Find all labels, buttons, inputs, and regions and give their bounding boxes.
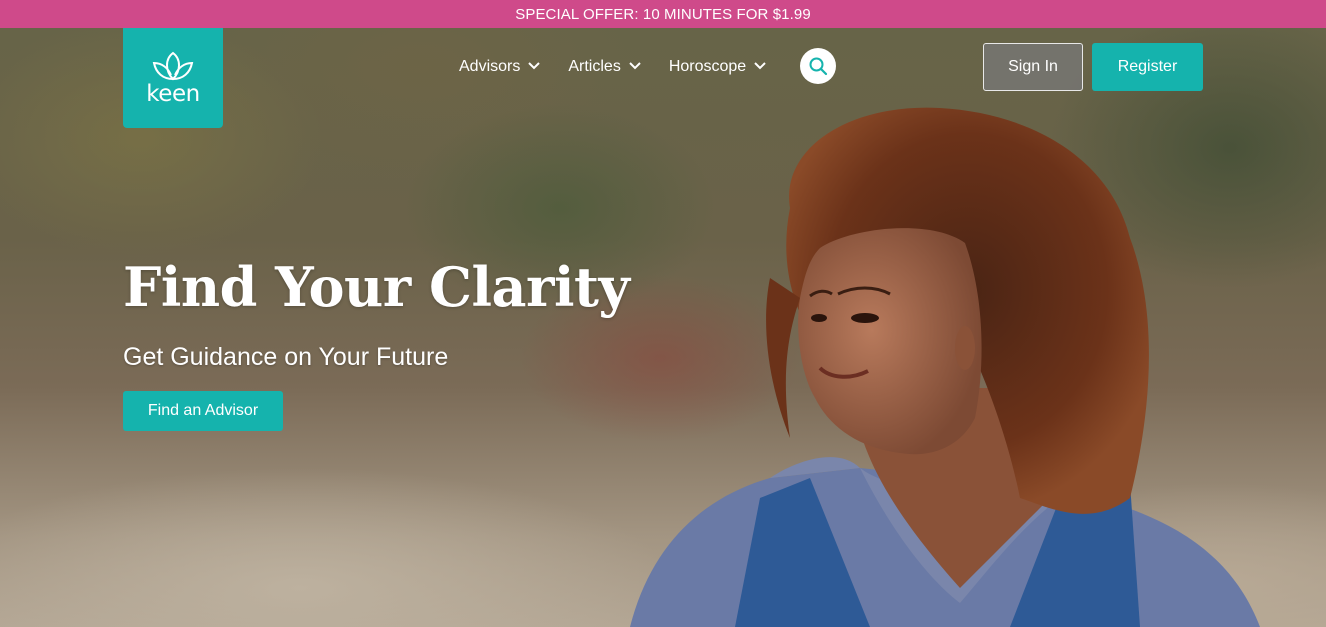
keen-logo[interactable]: keen — [123, 28, 223, 128]
find-advisor-button[interactable]: Find an Advisor — [123, 391, 283, 431]
hero-title: Find Your Clarity — [123, 255, 630, 319]
brand-name: keen — [146, 81, 200, 107]
nav-item-label: Articles — [568, 58, 621, 75]
hero-subtitle: Get Guidance on Your Future — [123, 343, 449, 371]
nav-item-label: Horoscope — [668, 58, 747, 75]
chevron-down-icon — [528, 61, 541, 69]
register-button[interactable]: Register — [1092, 43, 1203, 91]
nav-item-horoscope[interactable]: Horoscope — [655, 58, 780, 76]
search-icon — [809, 57, 828, 76]
nav-item-advisors[interactable]: Advisors — [445, 58, 554, 76]
promo-text: SPECIAL OFFER: 10 MINUTES FOR $1.99 — [515, 5, 811, 23]
promo-banner[interactable]: SPECIAL OFFER: 10 MINUTES FOR $1.99 — [0, 0, 1326, 28]
main-nav: Advisors Articles Horoscope — [445, 48, 780, 86]
lotus-icon — [152, 51, 194, 81]
sign-in-button[interactable]: Sign In — [983, 43, 1083, 91]
nav-item-label: Advisors — [459, 58, 521, 75]
nav-item-articles[interactable]: Articles — [554, 58, 654, 76]
search-button[interactable] — [800, 48, 836, 84]
chevron-down-icon — [754, 61, 766, 69]
chevron-down-icon — [629, 61, 641, 69]
